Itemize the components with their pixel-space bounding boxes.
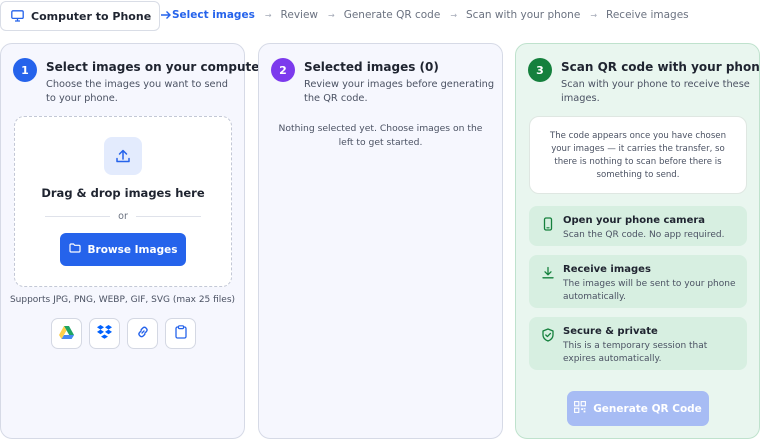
step-2-badge: 2 bbox=[271, 58, 295, 82]
drop-zone-title: Drag & drop images here bbox=[41, 186, 205, 200]
google-drive-icon bbox=[59, 324, 74, 343]
generate-qr-label: Generate QR Code bbox=[593, 402, 702, 415]
folder-icon bbox=[68, 243, 81, 256]
step-1-badge: 1 bbox=[13, 58, 37, 82]
selected-images-panel: 2 Selected images (0) Review your images… bbox=[258, 43, 503, 439]
info-open-camera: Open your phone camera Scan the QR code.… bbox=[529, 206, 747, 246]
panel-subtitle: Scan with your phone to receive these im… bbox=[561, 79, 750, 104]
dropbox-icon bbox=[97, 324, 112, 343]
info-title: Receive images bbox=[563, 264, 651, 275]
panel-subtitle: Choose the images you want to send to yo… bbox=[46, 79, 229, 104]
info-description: Scan the QR code. No app required. bbox=[563, 230, 725, 240]
divider-line bbox=[45, 216, 111, 217]
scan-qr-panel: 3 Scan QR code with your phone Scan with… bbox=[515, 43, 760, 439]
or-divider: or bbox=[45, 211, 201, 222]
panel-title: Scan QR code with your phone bbox=[561, 60, 760, 74]
divider-line bbox=[135, 216, 201, 217]
step-separator: → bbox=[590, 10, 598, 20]
upload-icon bbox=[104, 137, 142, 175]
step-breadcrumb: Select images → Review → Generate QR cod… bbox=[172, 9, 689, 21]
panel-title: Selected images (0) bbox=[304, 60, 439, 74]
clipboard-icon bbox=[174, 324, 187, 343]
empty-selection-message: Nothing selected yet. Choose images on t… bbox=[278, 123, 483, 148]
step-3-badge: 3 bbox=[528, 58, 552, 82]
drop-zone[interactable]: Drag & drop images here or Browse Images bbox=[14, 116, 232, 287]
monitor-icon bbox=[11, 7, 24, 26]
info-receive-images: Receive images The images will be sent t… bbox=[529, 255, 747, 308]
arrow-right-icon bbox=[160, 9, 172, 24]
browse-images-label: Browse Images bbox=[87, 243, 178, 256]
step-generate-qr[interactable]: Generate QR code bbox=[344, 9, 441, 21]
step-separator: → bbox=[328, 10, 335, 20]
download-icon bbox=[541, 265, 555, 279]
supported-formats: Supports JPG, PNG, WEBP, GIF, SVG (max 2… bbox=[9, 295, 236, 305]
clipboard-button[interactable] bbox=[165, 318, 196, 349]
step-select-images[interactable]: Select images bbox=[172, 9, 255, 21]
dropbox-button[interactable] bbox=[89, 318, 120, 349]
select-images-panel: 1 Select images on your computer Choose … bbox=[0, 43, 265, 439]
mode-switch-button[interactable]: Computer to Phone bbox=[0, 1, 172, 31]
or-label: or bbox=[118, 211, 128, 222]
generate-qr-button[interactable]: Generate QR Code bbox=[567, 391, 709, 426]
info-title: Open your phone camera bbox=[563, 215, 706, 226]
link-icon bbox=[136, 324, 150, 343]
info-description: The images will be sent to your phone au… bbox=[563, 279, 736, 302]
mode-switch-label: Computer to Phone bbox=[31, 9, 152, 23]
step-scan-phone[interactable]: Scan with your phone bbox=[466, 9, 580, 21]
step-review[interactable]: Review bbox=[281, 9, 318, 21]
step-separator: → bbox=[450, 10, 458, 20]
google-drive-button[interactable] bbox=[51, 318, 82, 349]
browse-images-button[interactable]: Browse Images bbox=[60, 233, 186, 266]
step-receive-images[interactable]: Receive images bbox=[606, 9, 689, 21]
qr-code-placeholder: The code appears once you have chosen yo… bbox=[529, 116, 747, 194]
panel-title: Select images on your computer bbox=[46, 60, 266, 74]
info-title: Secure & private bbox=[563, 326, 658, 337]
source-buttons bbox=[51, 318, 196, 349]
link-button[interactable] bbox=[127, 318, 158, 349]
step-separator: → bbox=[264, 10, 272, 20]
panel-subtitle: Review your images before generating the… bbox=[304, 79, 495, 104]
qr-icon bbox=[574, 401, 587, 416]
phone-icon bbox=[541, 216, 555, 231]
info-description: This is a temporary session that expires… bbox=[563, 341, 708, 364]
info-secure-private: Secure & private This is a temporary ses… bbox=[529, 317, 747, 370]
shield-check-icon bbox=[541, 327, 555, 342]
